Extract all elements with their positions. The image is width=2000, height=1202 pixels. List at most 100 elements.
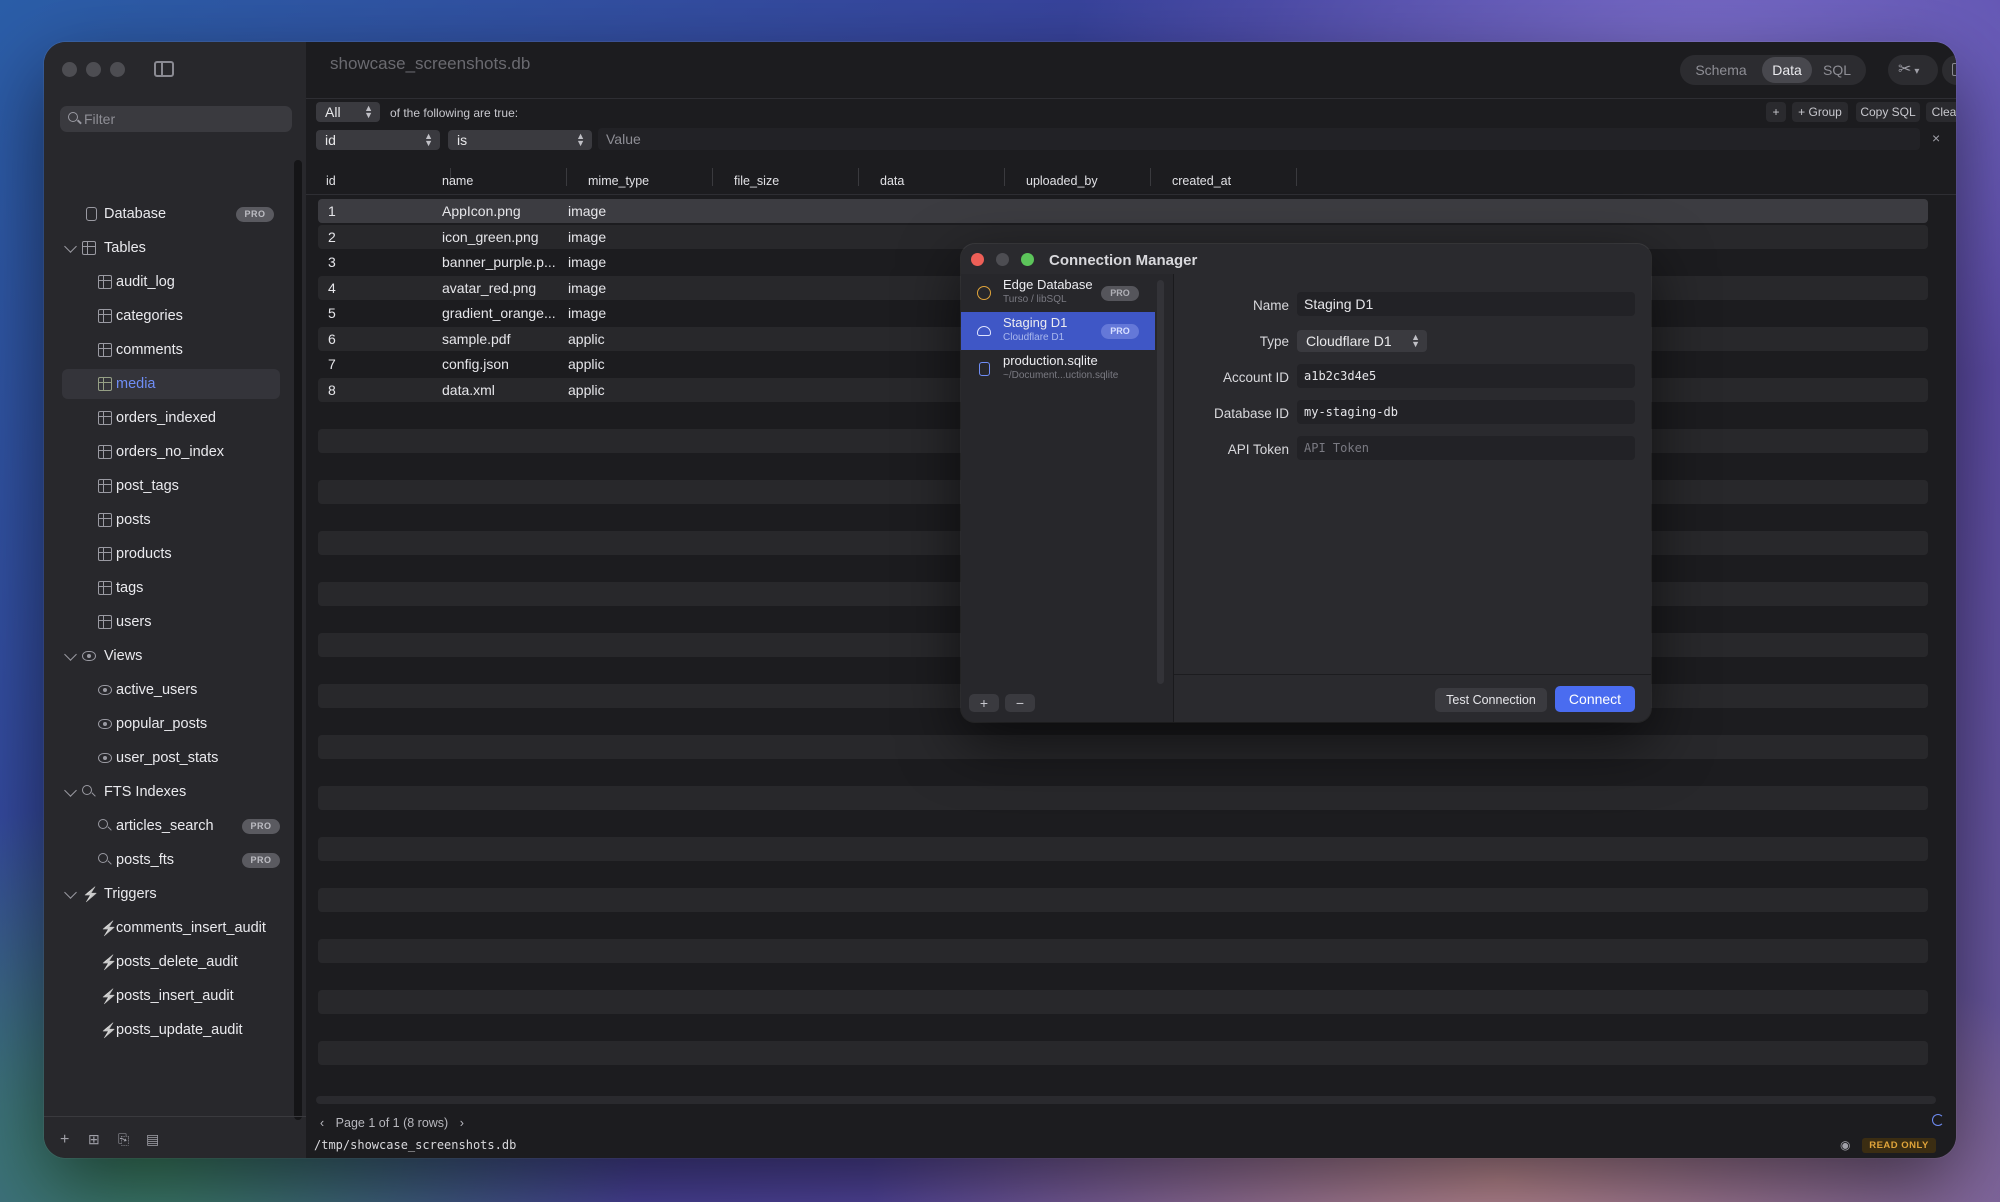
dialog-minimize-button[interactable] xyxy=(996,253,1009,266)
sidebar-item[interactable]: products xyxy=(98,539,274,569)
sidebar-item[interactable]: categories xyxy=(98,301,274,331)
match-select[interactable]: All ▲ ▼ xyxy=(316,102,380,122)
add-connection-button[interactable]: + xyxy=(969,694,999,712)
column-header-data[interactable]: data xyxy=(880,166,904,196)
table-row[interactable] xyxy=(318,913,1928,937)
minimize-window-button[interactable] xyxy=(86,62,101,77)
zoom-window-button[interactable] xyxy=(110,62,125,77)
dialog-zoom-button[interactable] xyxy=(1021,253,1034,266)
sidebar-item[interactable]: orders_no_index xyxy=(98,437,274,467)
sidebar-item[interactable]: ⚡ posts_insert_audit xyxy=(98,981,274,1011)
sidebar-item-database[interactable]: Database PRO xyxy=(82,199,274,229)
refresh-icon[interactable] xyxy=(1932,1114,1944,1126)
sidebar-item[interactable]: active_users xyxy=(98,675,274,705)
column-header-name[interactable]: name xyxy=(442,166,473,196)
table-row[interactable] xyxy=(318,887,1928,912)
table-row[interactable] xyxy=(318,989,1928,1014)
connection-item[interactable]: production.sqlite ~/Document...uction.sq… xyxy=(961,350,1155,388)
chevron-down-icon[interactable] xyxy=(64,784,77,797)
sidebar-item[interactable]: comments xyxy=(98,335,274,365)
column-header-file_size[interactable]: file_size xyxy=(734,166,779,196)
table-row[interactable] xyxy=(318,785,1928,810)
section-header[interactable]: FTS Indexes xyxy=(82,777,282,807)
add-icon[interactable]: + xyxy=(60,1131,69,1149)
column-header-mime_type[interactable]: mime_type xyxy=(588,166,649,196)
connection-item[interactable]: Edge Database Turso / libSQL PRO xyxy=(961,274,1155,312)
table-row[interactable] xyxy=(318,1040,1928,1065)
sidebar-item[interactable]: ⚡ posts_update_audit xyxy=(98,1015,274,1045)
table-cell: gradient_orange... xyxy=(442,305,556,321)
table-icon xyxy=(98,581,112,595)
api-token-field[interactable]: API Token xyxy=(1297,436,1635,460)
column-header-id[interactable]: id xyxy=(326,166,336,196)
sidebar-item[interactable]: tags xyxy=(98,573,274,603)
test-connection-button[interactable]: Test Connection xyxy=(1435,688,1547,712)
table-row[interactable] xyxy=(318,836,1928,861)
sidebar-item[interactable]: orders_indexed xyxy=(98,403,274,433)
table-row[interactable]: 1 AppIcon.png image xyxy=(318,199,1928,223)
sidebar-item[interactable]: posts_fts PRO xyxy=(98,845,280,875)
table-row[interactable] xyxy=(318,862,1928,886)
filter-field-select[interactable]: id ▲ ▼ xyxy=(316,130,440,150)
table-row[interactable] xyxy=(318,811,1928,835)
table-cell: applic xyxy=(568,356,605,372)
tab-sql[interactable]: SQL xyxy=(1814,55,1860,85)
tab-schema[interactable]: Schema xyxy=(1688,55,1754,85)
sidebar-item[interactable]: users xyxy=(98,607,274,637)
filter-operator-select[interactable]: is ▲ ▼ xyxy=(448,130,592,150)
table-row[interactable] xyxy=(318,964,1928,988)
account-id-field[interactable]: a1b2c3d4e5 xyxy=(1297,364,1635,388)
sidebar-item[interactable]: ⚡ comments_insert_audit xyxy=(98,913,274,943)
table-row[interactable] xyxy=(318,760,1928,784)
chevron-down-icon[interactable] xyxy=(64,886,77,899)
sidebar-item[interactable]: post_tags xyxy=(98,471,274,501)
clipboard-icon[interactable]: ⎘ xyxy=(118,1131,129,1148)
copy-sql-button[interactable]: Copy SQL xyxy=(1856,102,1920,122)
sidebar-item[interactable]: user_post_stats xyxy=(98,743,274,773)
sidebar-item[interactable]: media xyxy=(98,369,274,399)
table-row[interactable] xyxy=(318,734,1928,759)
clear-all-button[interactable]: Clear All xyxy=(1926,102,1956,122)
tab-data[interactable]: Data xyxy=(1762,57,1812,83)
chevron-down-icon[interactable] xyxy=(64,648,77,661)
horizontal-scrollbar[interactable] xyxy=(316,1096,1936,1104)
sidebar-filter-input[interactable]: Filter xyxy=(60,106,292,132)
sidebar-item[interactable]: posts xyxy=(98,505,274,535)
prev-page-icon[interactable]: ‹ xyxy=(320,1116,324,1130)
add-filter-button[interactable]: + xyxy=(1766,102,1786,122)
table-row[interactable] xyxy=(318,1015,1928,1039)
sidebar-item[interactable]: articles_search PRO xyxy=(98,811,280,841)
group-button[interactable]: + Group xyxy=(1792,102,1848,122)
type-select[interactable]: Cloudflare D1 ▲ ▼ xyxy=(1297,330,1427,352)
sidebar-scrollbar[interactable] xyxy=(294,160,302,1120)
sidebar-toggle-icon[interactable] xyxy=(154,61,174,77)
chevron-down-icon[interactable] xyxy=(64,240,77,253)
table-row[interactable] xyxy=(318,938,1928,963)
table-cell: 7 xyxy=(328,356,336,372)
dialog-close-button[interactable] xyxy=(971,253,984,266)
name-field[interactable]: Staging D1 xyxy=(1297,292,1635,316)
section-header[interactable]: ⚡ Triggers xyxy=(82,879,282,909)
sidebar-item[interactable]: popular_posts xyxy=(98,709,274,739)
section-header[interactable]: Views xyxy=(82,641,282,671)
bolt-icon: ⚡ xyxy=(82,886,100,902)
column-header-uploaded_by[interactable]: uploaded_by xyxy=(1026,166,1098,196)
edge-icon xyxy=(977,286,991,300)
connection-item-selected[interactable]: Staging D1 Cloudflare D1 PRO xyxy=(961,312,1155,350)
remove-filter-icon[interactable]: × xyxy=(1932,130,1940,146)
sidebar-item[interactable]: ⚡ posts_delete_audit xyxy=(98,947,274,977)
database-icon xyxy=(979,362,990,376)
next-page-icon[interactable]: › xyxy=(460,1116,464,1130)
filter-value-input[interactable]: Value xyxy=(598,128,1920,150)
section-header[interactable]: Tables xyxy=(82,233,282,263)
remove-connection-button[interactable]: − xyxy=(1005,694,1035,712)
console-icon[interactable]: ▤ xyxy=(146,1131,159,1148)
tools-menu-button[interactable]: ✂ ▾ xyxy=(1888,55,1938,85)
close-window-button[interactable] xyxy=(62,62,77,77)
inspector-toggle-icon[interactable] xyxy=(1942,55,1956,85)
connect-button[interactable]: Connect xyxy=(1555,686,1635,712)
import-icon[interactable]: ⊞ xyxy=(88,1131,100,1148)
database-id-field[interactable]: my-staging-db xyxy=(1297,400,1635,424)
column-header-created_at[interactable]: created_at xyxy=(1172,166,1231,196)
sidebar-item[interactable]: audit_log xyxy=(98,267,274,297)
